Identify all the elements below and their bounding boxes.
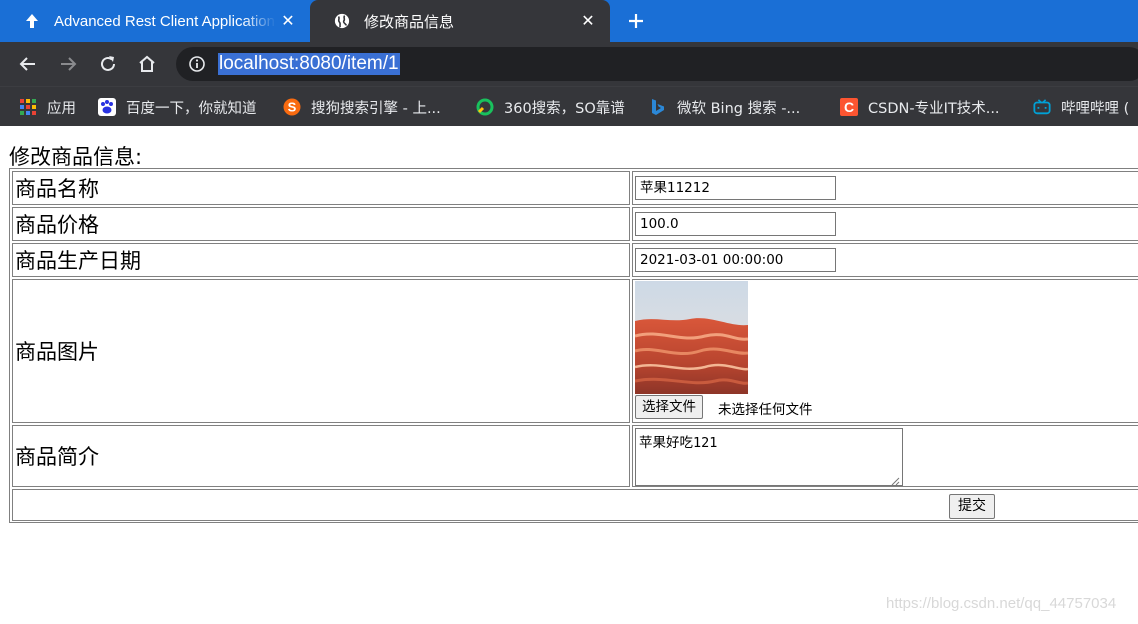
cell-item-description: 苹果好吃121 (632, 425, 1138, 487)
submit-button[interactable]: 提交 (949, 494, 995, 519)
bookmark-label: 百度一下，你就知道 (126, 100, 257, 117)
tab-strip: Advanced Rest Client Application ✕ 修改商品信… (0, 0, 1138, 42)
bookmark-bing[interactable]: 微软 Bing 搜索 -... (649, 96, 800, 118)
cell-item-picture: 选择文件 未选择任何文件 (632, 279, 1138, 423)
bookmarks-bar: 应用 百度一下，你就知道 S 搜狗搜索引擎 - 上... 360搜索，SO靠谱 … (0, 86, 1138, 126)
bookmark-label: 搜狗搜索引擎 - 上... (311, 100, 441, 117)
bookmark-apps[interactable]: 应用 (19, 96, 76, 118)
new-tab-button[interactable] (622, 7, 650, 35)
bookmark-bilibili[interactable]: 哔哩哔哩 ( (1033, 96, 1129, 118)
bing-icon (649, 98, 667, 116)
baidu-paw-icon (98, 98, 116, 116)
url-text[interactable]: localhost:8080/item/1 (218, 53, 400, 75)
apps-grid-icon (19, 98, 37, 116)
tab-title: 修改商品信息 (364, 13, 455, 31)
label-item-name: 商品名称 (12, 171, 630, 205)
browser-toolbar: localhost:8080/item/1 (0, 42, 1138, 86)
back-icon[interactable] (14, 50, 42, 78)
choose-file-button[interactable]: 选择文件 (635, 395, 703, 419)
sogou-icon: S (283, 98, 301, 116)
address-bar[interactable]: localhost:8080/item/1 (176, 47, 1138, 81)
site-info-icon[interactable] (188, 55, 206, 73)
label-item-picture: 商品图片 (12, 279, 630, 423)
item-price-input[interactable]: 100.0 (635, 212, 836, 236)
svg-text:C: C (844, 99, 854, 115)
svg-text:S: S (288, 100, 297, 115)
bookmark-baidu[interactable]: 百度一下，你就知道 (98, 96, 257, 118)
label-item-date: 商品生产日期 (12, 243, 630, 277)
label-item-price: 商品价格 (12, 207, 630, 241)
forward-icon[interactable] (54, 50, 82, 78)
bookmark-label: 360搜索，SO靠谱 (504, 100, 625, 117)
item-date-input[interactable]: 2021-03-01 00:00:00 (635, 248, 836, 272)
close-tab-icon[interactable]: ✕ (576, 9, 600, 33)
item-description-text: 苹果好吃121 (639, 435, 718, 451)
bookmark-label: 微软 Bing 搜索 -... (677, 100, 801, 117)
bookmark-label: 应用 (47, 100, 76, 117)
bookmark-sogou[interactable]: S 搜狗搜索引擎 - 上... (283, 96, 441, 118)
cell-item-name: 苹果11212 (632, 171, 1138, 205)
tab-title: Advanced Rest Client Application (54, 12, 275, 30)
submit-row: 提交 (12, 489, 1138, 521)
resize-grip-icon[interactable] (891, 474, 900, 486)
bookmark-360[interactable]: 360搜索，SO靠谱 (476, 96, 625, 118)
bookmark-label: CSDN-专业IT技术... (868, 100, 1000, 117)
home-icon[interactable] (133, 50, 161, 78)
page-content: 修改商品信息: 商品名称 苹果11212 商品价格 100.0 商品生产日期 2… (0, 127, 1138, 624)
tab-advanced-rest-client[interactable]: Advanced Rest Client Application ✕ (0, 0, 310, 42)
bilibili-icon (1033, 98, 1051, 116)
cell-item-date: 2021-03-01 00:00:00 (632, 243, 1138, 277)
close-tab-icon[interactable]: ✕ (276, 9, 300, 33)
bookmark-csdn[interactable]: C CSDN-专业IT技术... (840, 96, 1000, 118)
watermark-text: https://blog.csdn.net/qq_44757034 (886, 595, 1117, 612)
arrow-up-icon (24, 13, 40, 29)
tab-edit-item[interactable]: 修改商品信息 ✕ (310, 0, 610, 42)
360-icon (476, 98, 494, 116)
item-name-input[interactable]: 苹果11212 (635, 176, 836, 200)
csdn-icon: C (840, 98, 858, 116)
bookmark-label: 哔哩哔哩 ( (1061, 100, 1130, 117)
page-title: 修改商品信息: (9, 145, 143, 169)
label-item-description: 商品简介 (12, 425, 630, 487)
globe-icon (334, 13, 350, 29)
item-picture-thumbnail (635, 281, 748, 394)
cell-item-price: 100.0 (632, 207, 1138, 241)
reload-icon[interactable] (94, 50, 122, 78)
item-description-textarea[interactable]: 苹果好吃121 (635, 428, 903, 486)
file-status-text: 未选择任何文件 (718, 402, 813, 418)
